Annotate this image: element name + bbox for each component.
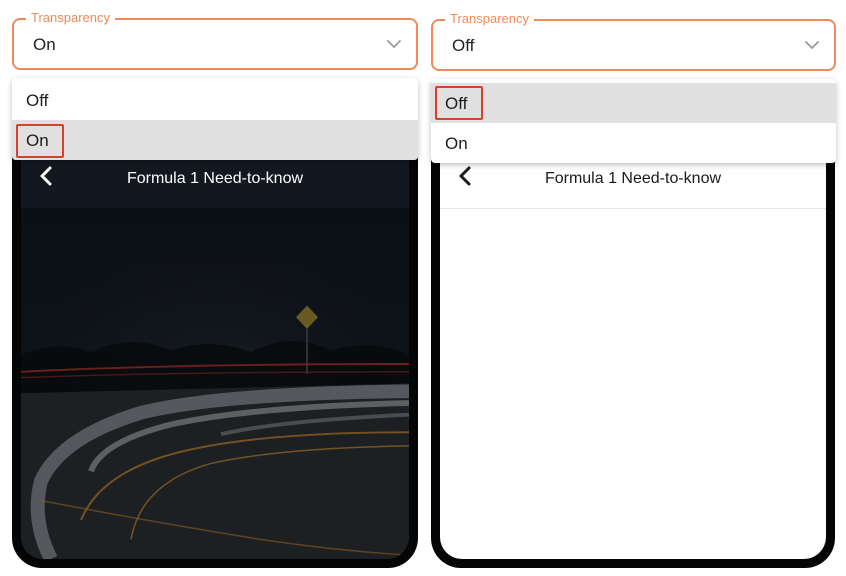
- menu-option-on[interactable]: On: [431, 123, 836, 163]
- select-value: On: [33, 35, 56, 54]
- phone-screen: Formula 1 Need-to-know: [21, 130, 409, 559]
- menu-option-off[interactable]: Off: [431, 83, 836, 123]
- transparency-off-panel: Formula 1 Need-to-know Transparency Off …: [423, 0, 846, 576]
- menu-option-off[interactable]: Off: [12, 80, 418, 120]
- highlight-box: [16, 124, 64, 158]
- chevron-down-icon[interactable]: [386, 39, 402, 49]
- phone-screen: Formula 1 Need-to-know: [440, 130, 826, 559]
- option-label: On: [445, 134, 468, 153]
- select-label: Transparency: [26, 10, 115, 25]
- option-label: Off: [26, 91, 49, 110]
- select-label: Transparency: [445, 11, 534, 26]
- select-value: Off: [452, 36, 475, 55]
- page-title: Formula 1 Need-to-know: [126, 170, 304, 187]
- menu-option-on[interactable]: On: [12, 120, 418, 160]
- dropdown-menu: Off On: [431, 79, 836, 163]
- phone-frame: Formula 1 Need-to-know: [12, 130, 418, 568]
- page-title: Formula 1 Need-to-know: [544, 170, 722, 187]
- dropdown-menu: Off On: [12, 78, 418, 160]
- transparency-select[interactable]: Transparency Off: [431, 11, 836, 71]
- highlight-box: [435, 86, 483, 120]
- transparency-select[interactable]: Transparency On: [12, 10, 418, 70]
- background-image: [21, 208, 409, 559]
- chevron-down-icon[interactable]: [804, 40, 820, 50]
- transparency-on-panel: Formula 1 Need-to-know Transparency On O…: [0, 0, 423, 576]
- phone-frame: Formula 1 Need-to-know: [431, 130, 835, 568]
